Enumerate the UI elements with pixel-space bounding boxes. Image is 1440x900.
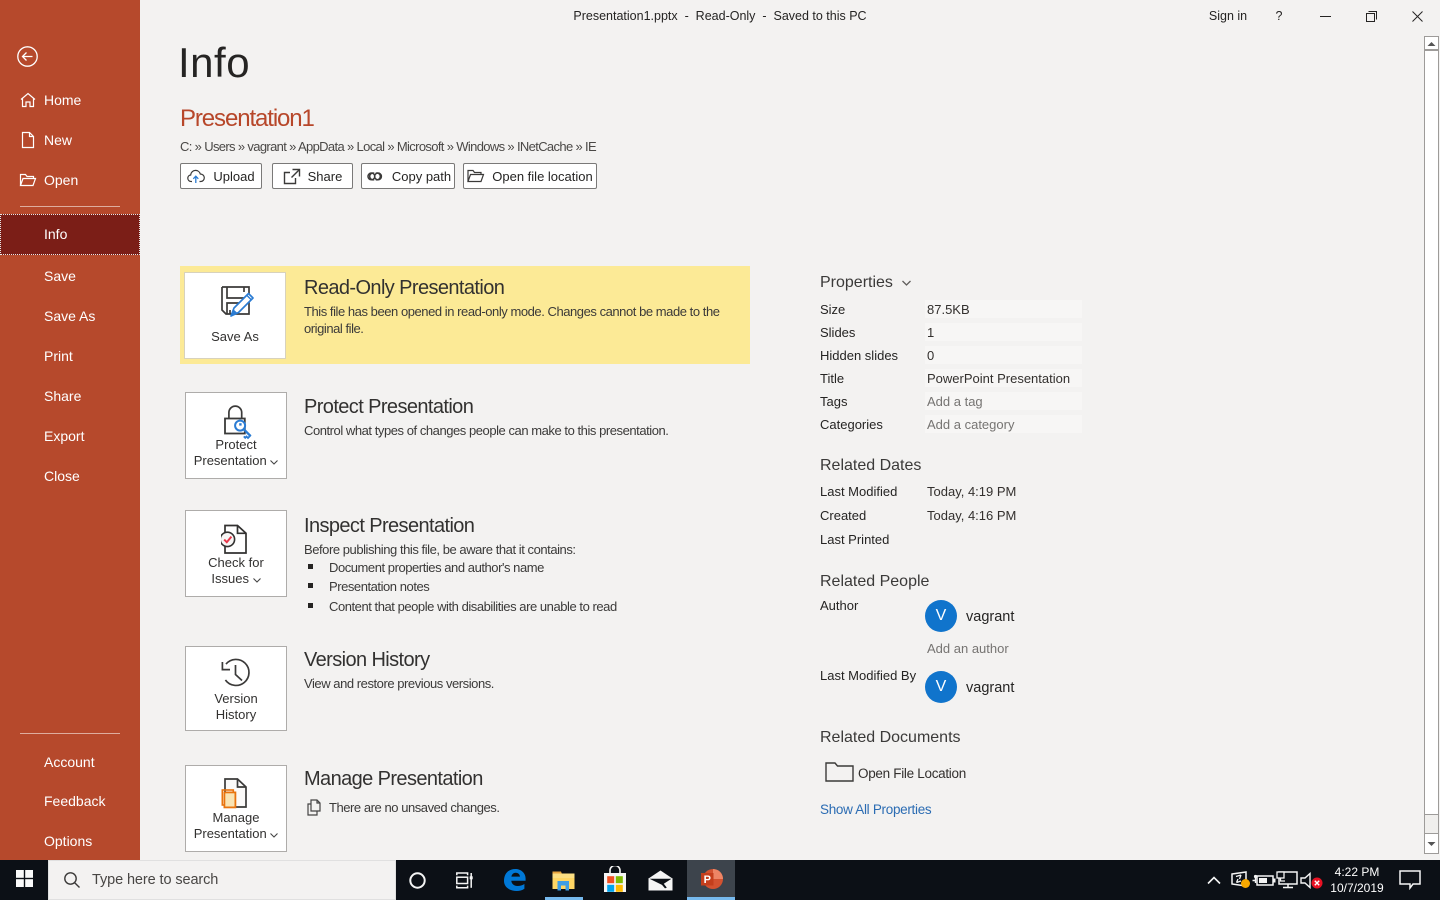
svg-text:P: P — [704, 874, 711, 886]
